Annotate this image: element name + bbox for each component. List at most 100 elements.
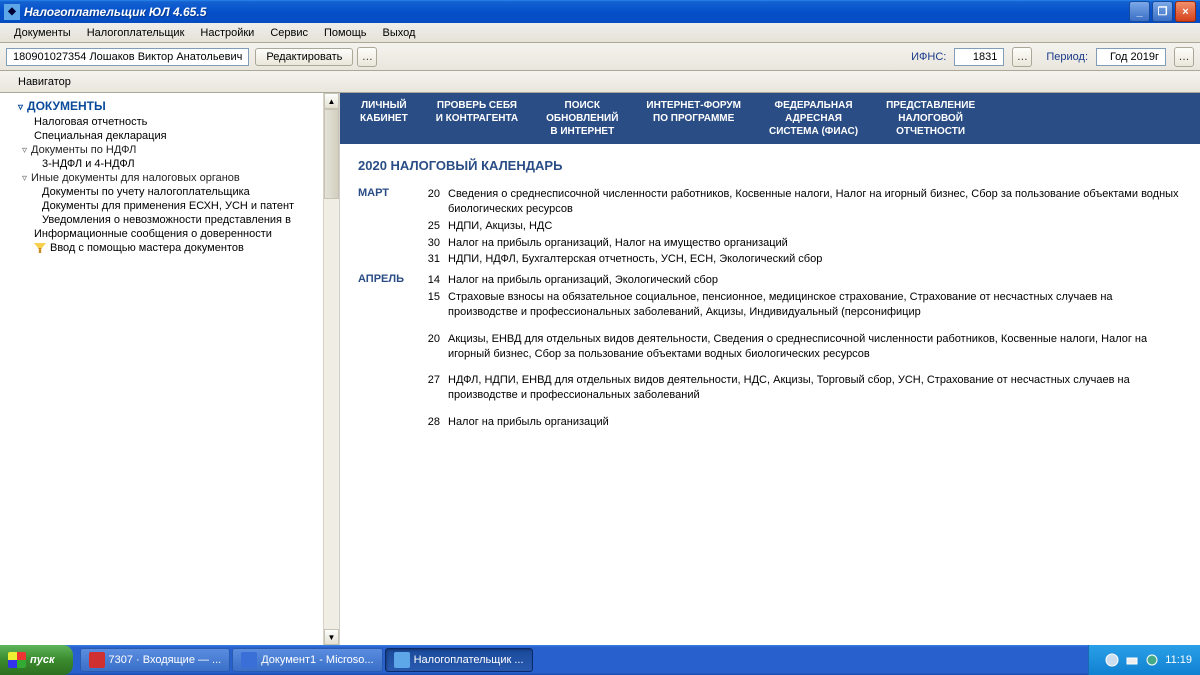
tree-item[interactable]: Специальная декларация [0, 129, 323, 143]
tray-icon[interactable] [1145, 653, 1159, 667]
tree-item[interactable]: Налоговая отчетность [0, 115, 323, 129]
nav-link[interactable]: ИНТЕРНЕТ-ФОРУМ ПО ПРОГРАММЕ [646, 99, 741, 138]
tray-icon[interactable] [1105, 653, 1119, 667]
calendar-entry: 20Сведения о среднесписочной численности… [418, 187, 1182, 217]
tree-item[interactable]: Документы по НДФЛ [0, 143, 323, 157]
calendar-day [418, 405, 440, 413]
nav-link[interactable]: ФЕДЕРАЛЬНАЯ АДРЕСНАЯ СИСТЕМА (ФИАС) [769, 99, 858, 138]
calendar-text [448, 322, 1182, 330]
calendar-entry: 27 НДФЛ, НДПИ, ЕНВД для отдельных видов д… [418, 373, 1182, 403]
tree-item[interactable]: Информационные сообщения о доверенности [0, 227, 323, 241]
menu-item[interactable]: Помощь [316, 25, 375, 41]
tree-item[interactable]: Документы для применения ЕСХН, УСН и пат… [0, 199, 323, 213]
calendar-day: 31 [418, 252, 440, 267]
taskbar-item-label: 7307 · Входящие — ... [109, 654, 222, 666]
start-button[interactable]: пуск [0, 645, 73, 675]
ifns-value[interactable]: 1831 [954, 48, 1004, 66]
calendar-text [448, 405, 1182, 413]
calendar-day: 14 [418, 273, 440, 288]
calendar-text: НДПИ, Акцизы, НДС [448, 219, 1182, 234]
tree-item[interactable]: Уведомления о невозможности представлени… [0, 213, 323, 227]
calendar-entry: 15Страховые взносы на обязательное социа… [418, 290, 1182, 320]
calendar-entry: 28 Налог на прибыль организаций [418, 415, 1182, 430]
calendar-entry [418, 405, 1182, 413]
taskbar-item-label: Документ1 - Microso... [261, 654, 373, 666]
calendar-day: 28 [418, 415, 440, 430]
calendar-entry: 30 Налог на прибыль организаций, Налог на… [418, 236, 1182, 251]
menu-item[interactable]: Сервис [262, 25, 316, 41]
calendar-entry: 31 НДПИ, НДФЛ, Бухгалтерская отчетность, … [418, 252, 1182, 267]
calendar-text: Сведения о среднесписочной численности р… [448, 187, 1182, 217]
calendar-entry: 14 Налог на прибыль организаций, Экологич… [418, 273, 1182, 288]
taskbar-item[interactable]: Документ1 - Microso... [232, 648, 382, 672]
taskbar-item-label: Налогоплательщик ... [414, 654, 524, 666]
content-panel: ЛИЧНЫЙ КАБИНЕТ ПРОВЕРЬ СЕБЯ И КОНТРАГЕНТА… [340, 93, 1200, 645]
calendar-entry [418, 322, 1182, 330]
app-icon: ◆ [4, 4, 20, 20]
taxpayer-field[interactable]: 180901027354 Лошаков Виктор Анатольевич [6, 48, 249, 66]
calendar-day: 27 [418, 373, 440, 403]
browse-taxpayer-button[interactable]: … [357, 47, 377, 67]
calendar-month: МАРТ [358, 187, 418, 269]
menu-item[interactable]: Выход [375, 25, 424, 41]
tree-panel: ДОКУМЕНТЫ Налоговая отчетностьСпециальна… [0, 93, 340, 645]
tree-item[interactable]: Ввод с помощью мастера документов [0, 241, 323, 255]
calendar-text [448, 363, 1182, 371]
browse-period-button[interactable]: … [1174, 47, 1194, 67]
calendar-day [418, 322, 440, 330]
scroll-up-button[interactable]: ▲ [324, 93, 339, 109]
scroll-down-button[interactable]: ▼ [324, 629, 339, 645]
calendar-month: АПРЕЛЬ [358, 273, 418, 432]
calendar-text: Налог на прибыль организаций, Экологичес… [448, 273, 1182, 288]
toolbar: 180901027354 Лошаков Виктор Анатольевич … [0, 43, 1200, 71]
wizard-icon [34, 243, 46, 253]
calendar-day: 20 [418, 332, 440, 362]
tree-item[interactable]: 3-НДФЛ и 4-НДФЛ [0, 157, 323, 171]
scroll-thumb[interactable] [324, 109, 339, 199]
tree-item[interactable]: Документы по учету налогоплательщика [0, 185, 323, 199]
nav-link[interactable]: ПРЕДСТАВЛЕНИЕ НАЛОГОВОЙ ОТЧЕТНОСТИ [886, 99, 975, 138]
taskbar-item-icon [89, 652, 105, 668]
calendar-text: Налог на прибыль организаций [448, 415, 1182, 430]
clock[interactable]: 11:19 [1165, 654, 1192, 666]
taskbar-item-icon [394, 652, 410, 668]
tree-scrollbar[interactable]: ▲ ▼ [323, 93, 339, 645]
minimize-button[interactable]: _ [1129, 1, 1150, 22]
calendar-text: НДФЛ, НДПИ, ЕНВД для отдельных видов дея… [448, 373, 1182, 403]
titlebar: ◆ Налогоплательщик ЮЛ 4.65.5 _ ❐ × [0, 0, 1200, 23]
calendar-day: 30 [418, 236, 440, 251]
calendar-text: Налог на прибыль организаций, Налог на и… [448, 236, 1182, 251]
menu-item[interactable]: Настройки [192, 25, 262, 41]
calendar-day: 15 [418, 290, 440, 320]
calendar-entry [418, 363, 1182, 371]
taskbar-item[interactable]: Налогоплательщик ... [385, 648, 533, 672]
main-split: ДОКУМЕНТЫ Налоговая отчетностьСпециальна… [0, 93, 1200, 645]
calendar-text: НДПИ, НДФЛ, Бухгалтерская отчетность, УС… [448, 252, 1182, 267]
period-value[interactable]: Год 2019г [1096, 48, 1166, 66]
tree-item[interactable]: Иные документы для налоговых органов [0, 171, 323, 185]
system-tray[interactable]: 11:19 [1088, 645, 1200, 675]
calendar-day [418, 363, 440, 371]
menu-item[interactable]: Налогоплательщик [79, 25, 193, 41]
nav-link[interactable]: ПРОВЕРЬ СЕБЯ И КОНТРАГЕНТА [436, 99, 518, 138]
tree-header-documents[interactable]: ДОКУМЕНТЫ [0, 97, 323, 115]
nav-link[interactable]: ПОИСК ОБНОВЛЕНИЙ В ИНТЕРНЕТ [546, 99, 618, 138]
tree-item-label: Ввод с помощью мастера документов [50, 242, 244, 254]
menubar: ДокументыНалогоплательщикНастройкиСервис… [0, 23, 1200, 43]
period-label: Период: [1046, 51, 1088, 63]
nav-link[interactable]: ЛИЧНЫЙ КАБИНЕТ [360, 99, 408, 138]
blue-nav: ЛИЧНЫЙ КАБИНЕТ ПРОВЕРЬ СЕБЯ И КОНТРАГЕНТА… [340, 93, 1200, 144]
menu-item[interactable]: Документы [6, 25, 79, 41]
calendar-title: 2020 НАЛОГОВЫЙ КАЛЕНДАРЬ [358, 158, 1182, 173]
sub-toolbar: Навигатор [0, 71, 1200, 93]
edit-button[interactable]: Редактировать [255, 48, 353, 66]
taskbar: пуск 7307 · Входящие — ... Документ1 - Mi… [0, 645, 1200, 675]
taskbar-item[interactable]: 7307 · Входящие — ... [80, 648, 231, 672]
browse-ifns-button[interactable]: … [1012, 47, 1032, 67]
calendar-entry: 20 Акцизы, ЕНВД для отдельных видов деяте… [418, 332, 1182, 362]
maximize-button[interactable]: ❐ [1152, 1, 1173, 22]
close-button[interactable]: × [1175, 1, 1196, 22]
calendar-text: Акцизы, ЕНВД для отдельных видов деятель… [448, 332, 1182, 362]
tray-icon[interactable] [1125, 653, 1139, 667]
navigator-label[interactable]: Навигатор [18, 76, 71, 88]
